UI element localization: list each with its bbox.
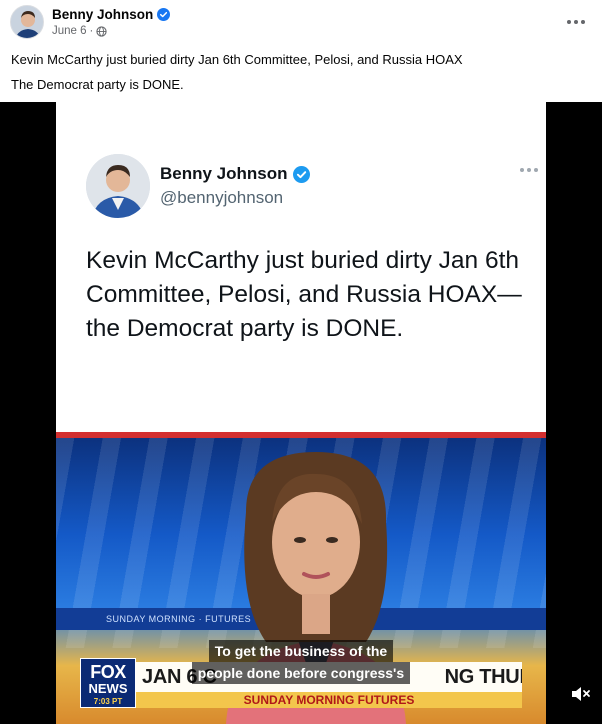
- mute-button[interactable]: [570, 684, 592, 704]
- tv-show-name: SUNDAY MORNING FUTURES: [136, 692, 522, 708]
- post-text-line: The Democrat party is DONE.: [11, 77, 184, 92]
- more-options-icon-dot: [581, 20, 585, 24]
- post-author[interactable]: Benny Johnson: [52, 7, 171, 22]
- post-meta: June 6 ·: [52, 25, 108, 37]
- broadcast-time: 7:03 PT: [93, 697, 123, 706]
- more-options-icon-dot: [574, 20, 578, 24]
- globe-icon[interactable]: [96, 25, 108, 37]
- more-options-icon-dot: [567, 20, 571, 24]
- caption-line-1: To get the business of the: [208, 640, 394, 662]
- post-text-line: Kevin McCarthy just buried dirty Jan 6th…: [11, 52, 463, 67]
- author-avatar[interactable]: [10, 5, 44, 39]
- video-caption: To get the business of the people done b…: [0, 640, 602, 684]
- video-frame: Benny Johnson @bennyjohnson Kevin McCart…: [56, 102, 546, 724]
- post-date[interactable]: June 6: [52, 25, 87, 37]
- tweet-handle: @bennyjohnson: [160, 188, 284, 207]
- tweet-body: Kevin McCarthy just buried dirty Jan 6th…: [86, 247, 522, 342]
- muted-speaker-icon: [572, 687, 590, 701]
- more-options-button[interactable]: [564, 12, 588, 32]
- video-player[interactable]: Benny Johnson @bennyjohnson Kevin McCart…: [0, 102, 602, 724]
- tweet-author-name: Benny Johnson: [160, 164, 288, 183]
- tweet-author: Benny Johnson: [160, 164, 310, 184]
- verified-badge-icon: [157, 8, 171, 21]
- tweet-avatar: [86, 154, 150, 218]
- caption-line-2: people done before congress's: [191, 662, 411, 684]
- post-text: Kevin McCarthy just buried dirty Jan 6th…: [11, 51, 591, 101]
- tweet-more-icon: [520, 168, 538, 172]
- meta-separator: ·: [89, 25, 94, 37]
- twitter-verified-icon: [292, 165, 310, 183]
- author-name[interactable]: Benny Johnson: [52, 7, 153, 22]
- tweet-avatar-portrait: [86, 154, 150, 218]
- avatar-portrait: [11, 6, 43, 38]
- post-header: Benny Johnson June 6 ·: [0, 0, 602, 44]
